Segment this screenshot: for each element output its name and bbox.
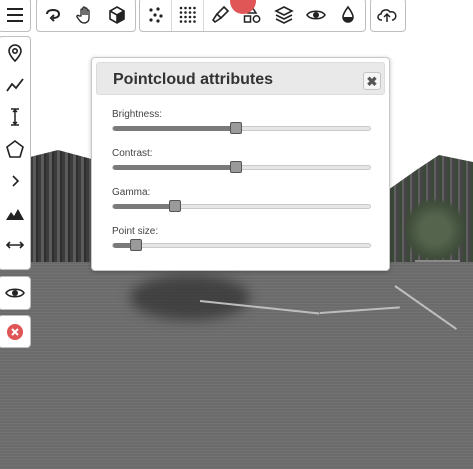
close-button[interactable]: ✖ [363, 72, 381, 90]
polygon-measure-button[interactable] [0, 133, 30, 165]
height-icon [10, 108, 19, 126]
left-toolbar-clear [0, 315, 31, 348]
polygon-icon [5, 140, 24, 158]
road-dark-patch [130, 275, 250, 320]
hand-pan-icon [76, 6, 90, 24]
dialog-title: Pointcloud attributes [113, 71, 273, 88]
toolbar-group-navigation [36, 0, 136, 32]
left-toolbar-measure [0, 36, 31, 270]
eye-icon [306, 10, 326, 20]
distance-measure-button[interactable] [0, 229, 30, 261]
point-size-slider[interactable] [112, 239, 371, 251]
map-pin-icon [7, 44, 22, 63]
brightness-label: Brightness: [112, 109, 163, 120]
contrast-slider[interactable] [112, 161, 371, 173]
brightness-slider[interactable] [112, 122, 371, 134]
slider-fill [113, 126, 237, 131]
pan-button[interactable] [69, 0, 101, 31]
pointcloud-attributes-dialog: Pointcloud attributes ✖ Brightness: Cont… [91, 57, 390, 271]
cube-icon [109, 6, 125, 24]
slider-handle[interactable] [230, 161, 243, 173]
brightness-slider-row: Brightness: [112, 109, 372, 134]
height-measure-button[interactable] [0, 101, 30, 133]
dense-points-button[interactable] [172, 0, 204, 31]
slider-fill [113, 204, 175, 209]
left-toolbar-view [0, 276, 31, 310]
sparse-points-icon [148, 7, 163, 23]
point-size-slider-row: Point size: [112, 226, 372, 251]
clear-measurements-button[interactable] [0, 316, 30, 348]
toolbar-group-upload [370, 0, 406, 32]
distance-icon [5, 241, 24, 249]
gamma-slider-row: Gamma: [112, 187, 372, 212]
expand-tools-button[interactable] [0, 165, 30, 197]
polyline-measure-button[interactable] [0, 69, 30, 101]
menu-button[interactable] [0, 0, 30, 31]
terrain-icon [5, 209, 24, 220]
layers-button[interactable] [268, 0, 300, 31]
upload-button[interactable] [371, 0, 403, 31]
contrast-label: Contrast: [112, 148, 153, 159]
cube-view-button[interactable] [101, 0, 133, 31]
sparse-points-button[interactable] [140, 0, 172, 31]
slider-fill [113, 165, 237, 170]
point-measure-button[interactable] [0, 37, 30, 69]
cloud-upload-icon [377, 9, 397, 22]
slider-handle[interactable] [168, 200, 181, 212]
eye-icon [4, 288, 25, 298]
toggle-measurements-button[interactable] [0, 277, 30, 309]
toolbar-group-menu [0, 0, 31, 32]
profile-measure-button[interactable] [0, 197, 30, 229]
menu-icon [6, 8, 23, 22]
rotate-icon [46, 8, 61, 22]
close-red-icon [6, 324, 23, 340]
chevron-right-icon [11, 175, 19, 187]
dialog-header[interactable]: Pointcloud attributes ✖ [96, 62, 385, 95]
visibility-button[interactable] [300, 0, 332, 31]
brush-icon [211, 5, 230, 24]
point-size-label: Point size: [112, 226, 159, 237]
contrast-slider-row: Contrast: [112, 148, 372, 173]
orbit-button[interactable] [37, 0, 69, 31]
gamma-slider[interactable] [112, 200, 371, 212]
slider-handle[interactable] [130, 239, 143, 251]
drop-icon [342, 5, 354, 23]
point-attributes-button[interactable] [332, 0, 364, 31]
dense-points-icon [179, 6, 196, 23]
polyline-icon [5, 78, 24, 92]
layers-icon [274, 6, 294, 24]
gamma-label: Gamma: [112, 187, 151, 198]
tree-right [405, 195, 465, 265]
slider-handle[interactable] [230, 122, 243, 134]
